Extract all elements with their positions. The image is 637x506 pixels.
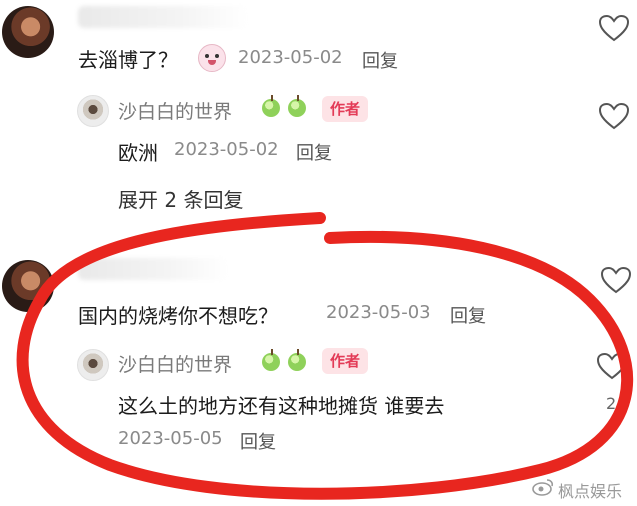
weibo-logo-icon <box>532 479 554 496</box>
watermark-text: 枫点娱乐 <box>558 482 623 501</box>
red-circle-annotation <box>16 212 634 500</box>
